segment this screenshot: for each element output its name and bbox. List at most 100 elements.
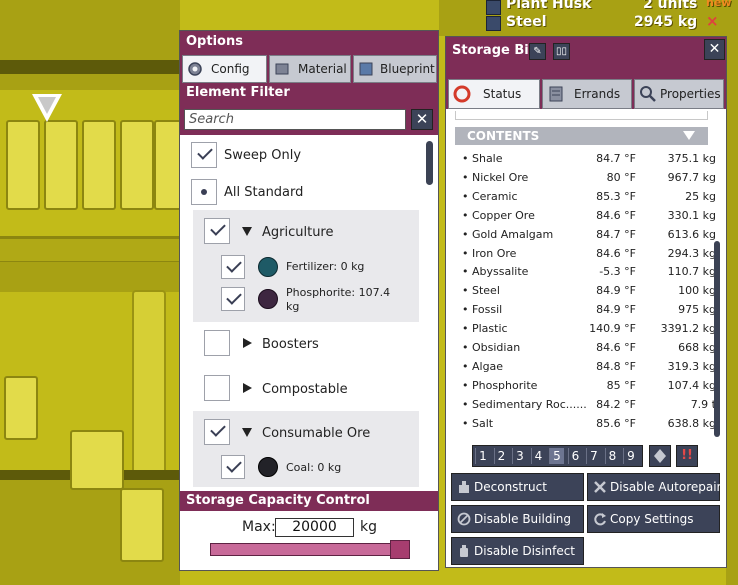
phosphorite-checkbox[interactable] <box>221 287 245 311</box>
expand-arrow-icon[interactable] <box>243 383 252 393</box>
deconstruct-button[interactable]: Deconstruct <box>451 473 584 501</box>
disable-building-label: Disable Building <box>474 512 572 526</box>
chevron-down-icon[interactable] <box>683 131 695 140</box>
contents-item-temperature: 84.6 °F <box>596 208 636 222</box>
disable-building-button[interactable]: Disable Building <box>451 505 584 533</box>
copy-settings-label: Copy Settings <box>610 512 694 526</box>
close-icon[interactable]: ✕ <box>704 39 725 60</box>
contents-item-name: • Iron Ore <box>462 246 517 260</box>
element-filter-title: Element Filter <box>180 83 438 103</box>
all-standard-label: All Standard <box>224 185 304 200</box>
storage-bin-tab-bar: Status Errands Properties <box>446 67 726 109</box>
contents-item-temperature: 84.9 °F <box>596 284 636 298</box>
contents-item-temperature: 84.8 °F <box>596 359 636 373</box>
priority-7-button[interactable]: 7 <box>586 448 601 464</box>
fertilizer-element-icon <box>258 257 278 277</box>
contents-item-temperature: -5.3 °F <box>599 265 636 279</box>
coal-element-icon <box>258 457 278 477</box>
waypoint-marker-inner <box>38 97 56 114</box>
contents-item-name: • Nickel Ore <box>462 170 529 184</box>
contents-item-mass: 375.1 kg <box>667 152 716 165</box>
priority-5-button[interactable]: 5 <box>549 448 564 464</box>
magnifier-icon <box>640 86 656 102</box>
blueprint-icon <box>359 62 373 76</box>
priority-1-button[interactable]: 1 <box>475 448 490 464</box>
fertilizer-label: Fertilizer: 0 kg <box>286 260 365 273</box>
resource-new-badge: new <box>706 0 732 9</box>
group-boosters-checkbox[interactable] <box>204 330 230 356</box>
status-icon <box>453 85 471 103</box>
fertilizer-checkbox[interactable] <box>221 255 245 279</box>
priority-4-button[interactable]: 4 <box>530 448 546 464</box>
search-input[interactable]: Search <box>184 109 406 130</box>
tab-properties[interactable]: Properties <box>634 79 724 109</box>
disable-autorepair-button[interactable]: Disable Autorepair <box>587 473 721 501</box>
tab-config-label: Config <box>211 62 250 76</box>
group-consumable-ore-checkbox[interactable] <box>204 419 230 445</box>
contents-item-mass: 330.1 kg <box>667 208 716 222</box>
steel-icon <box>486 16 501 31</box>
priority-3-button[interactable]: 3 <box>512 448 527 464</box>
tab-status[interactable]: Status <box>448 79 540 109</box>
tab-properties-label: Properties <box>660 87 721 101</box>
collapse-arrow-icon[interactable] <box>242 227 252 236</box>
disable-disinfect-label: Disable Disinfect <box>474 544 576 558</box>
storage-capacity-title: Storage Capacity Control <box>180 491 438 511</box>
contents-item-mass: 25 kg <box>685 189 716 203</box>
sweep-only-label: Sweep Only <box>224 148 302 163</box>
contents-header[interactable]: CONTENTS <box>455 127 708 145</box>
priority-toggle-icon[interactable] <box>649 445 671 467</box>
emergency-priority-button[interactable]: !! <box>676 445 698 467</box>
contents-item-name: • Shale <box>462 152 503 165</box>
repair-icon <box>594 481 606 493</box>
contents-item-name: • Fossil <box>462 303 503 317</box>
contents-item-temperature: 84.7 °F <box>596 152 636 165</box>
contents-item-mass: 7.9 t <box>690 397 716 411</box>
capacity-slider-handle[interactable] <box>390 540 410 559</box>
errands-icon <box>549 86 563 102</box>
priority-2-button[interactable]: 2 <box>493 448 509 464</box>
filter-scrollbar-thumb[interactable] <box>426 141 433 185</box>
max-label: Max: <box>242 519 276 535</box>
tab-blueprint[interactable]: Blueprint <box>353 55 437 83</box>
disable-disinfect-button[interactable]: Disable Disinfect <box>451 537 584 565</box>
deconstruct-icon <box>459 481 469 493</box>
search-clear-button[interactable]: ✕ <box>411 109 433 130</box>
codex-book-icon[interactable]: ▯▯ <box>553 43 570 60</box>
max-capacity-input[interactable]: 20000 <box>275 518 354 537</box>
expand-arrow-icon[interactable] <box>243 338 252 348</box>
resource-name-plant-husk: Plant Husk <box>506 0 592 12</box>
tab-material[interactable]: Material <box>269 55 351 83</box>
contents-item-mass: 975 kg <box>678 303 716 317</box>
resource-remove-icon[interactable]: × <box>706 12 719 30</box>
group-compostable-checkbox[interactable] <box>204 375 230 401</box>
tab-errands[interactable]: Errands <box>542 79 632 109</box>
priority-8-button[interactable]: 8 <box>604 448 620 464</box>
deconstruct-label: Deconstruct <box>474 480 547 494</box>
collapse-arrow-icon[interactable] <box>242 428 252 437</box>
gear-icon <box>188 62 202 76</box>
rename-pencil-icon[interactable]: ✎ <box>529 43 546 60</box>
contents-item-temperature: 84.7 °F <box>596 227 636 241</box>
storage-bin-title-bar: Storage Bin ✎ ▯▯ ✕ <box>446 37 726 67</box>
element-filter-list: Sweep Only All Standard Agriculture Fert… <box>180 135 438 487</box>
group-agriculture-checkbox[interactable] <box>204 218 230 244</box>
capacity-slider[interactable] <box>210 543 410 556</box>
resource-amount-plant-husk: 2 units <box>643 0 698 12</box>
all-standard-checkbox[interactable] <box>191 179 217 205</box>
priority-9-button[interactable]: 9 <box>623 448 638 464</box>
contents-scrollbar-thumb[interactable] <box>714 241 720 437</box>
contents-item-temperature: 84.9 °F <box>596 303 636 317</box>
contents-item-temperature: 80 °F <box>606 170 636 184</box>
tab-status-label: Status <box>483 87 522 101</box>
contents-frame <box>455 111 708 120</box>
priority-6-button[interactable]: 6 <box>567 448 583 464</box>
sweep-only-checkbox[interactable] <box>191 142 217 168</box>
contents-item-temperature: 85.3 °F <box>596 189 636 203</box>
copy-settings-button[interactable]: Copy Settings <box>587 505 720 533</box>
filter-scrollbar[interactable] <box>426 139 435 485</box>
tab-config[interactable]: Config <box>182 55 267 83</box>
contents-item-mass: 294.3 kg <box>667 246 716 260</box>
copy-icon <box>594 513 606 526</box>
coal-checkbox[interactable] <box>221 455 245 479</box>
